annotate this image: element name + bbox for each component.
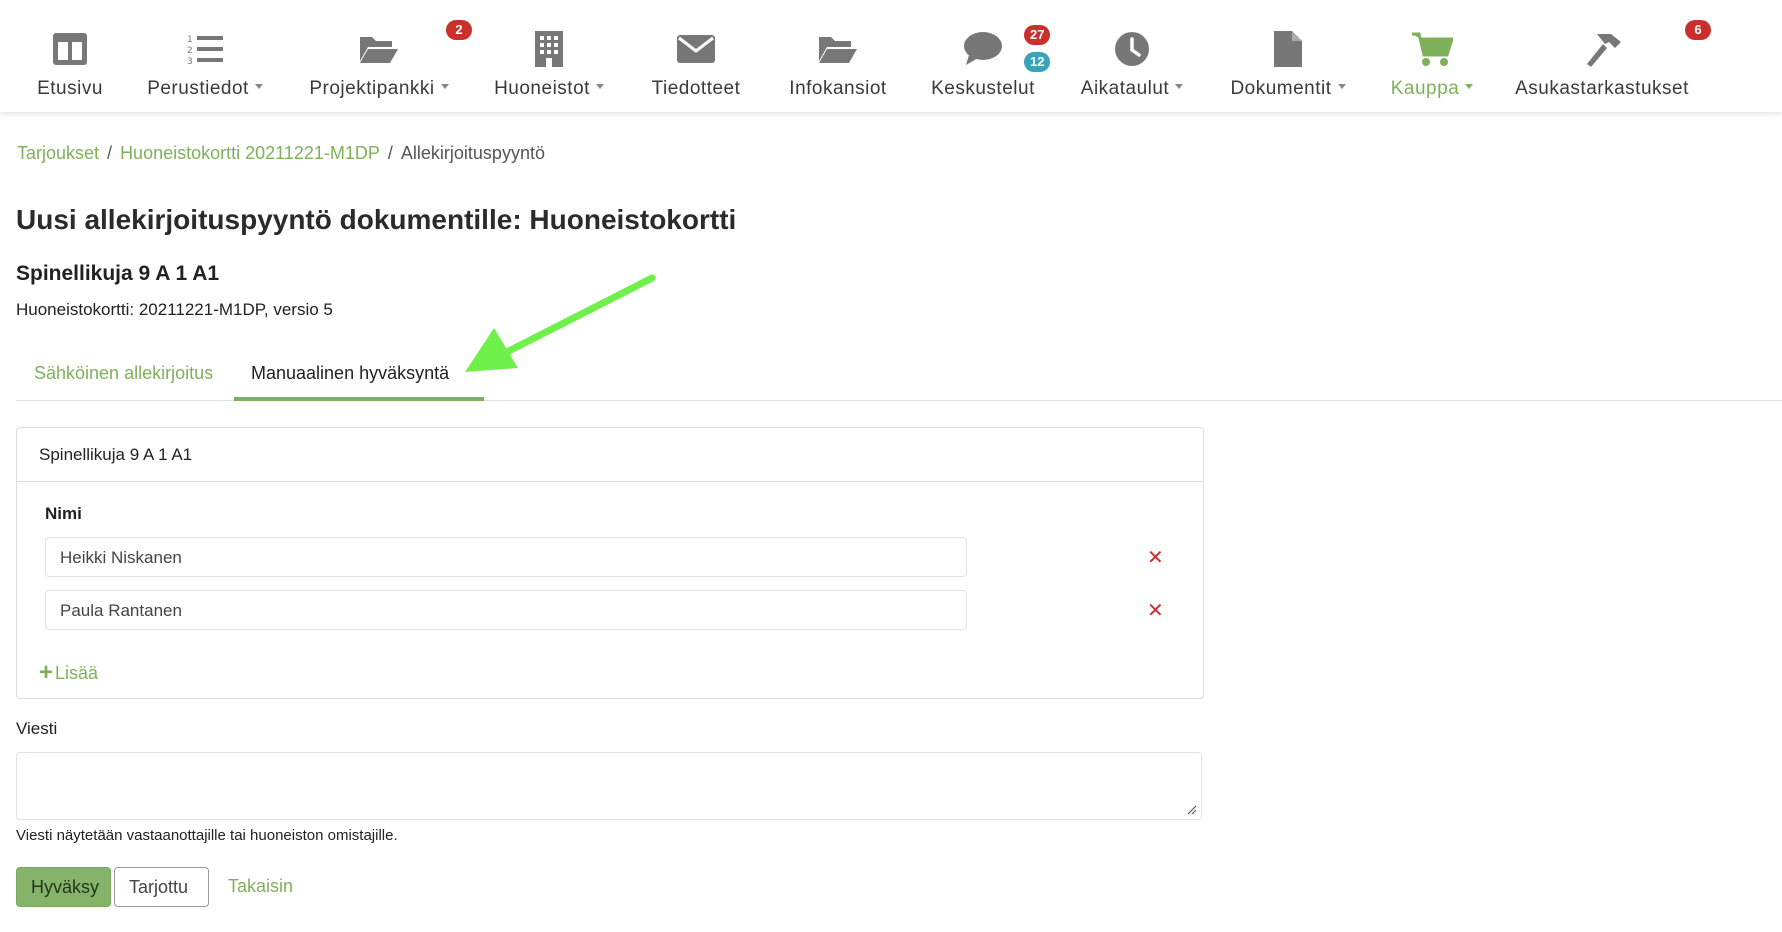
annotation-arrow-icon — [465, 274, 656, 372]
